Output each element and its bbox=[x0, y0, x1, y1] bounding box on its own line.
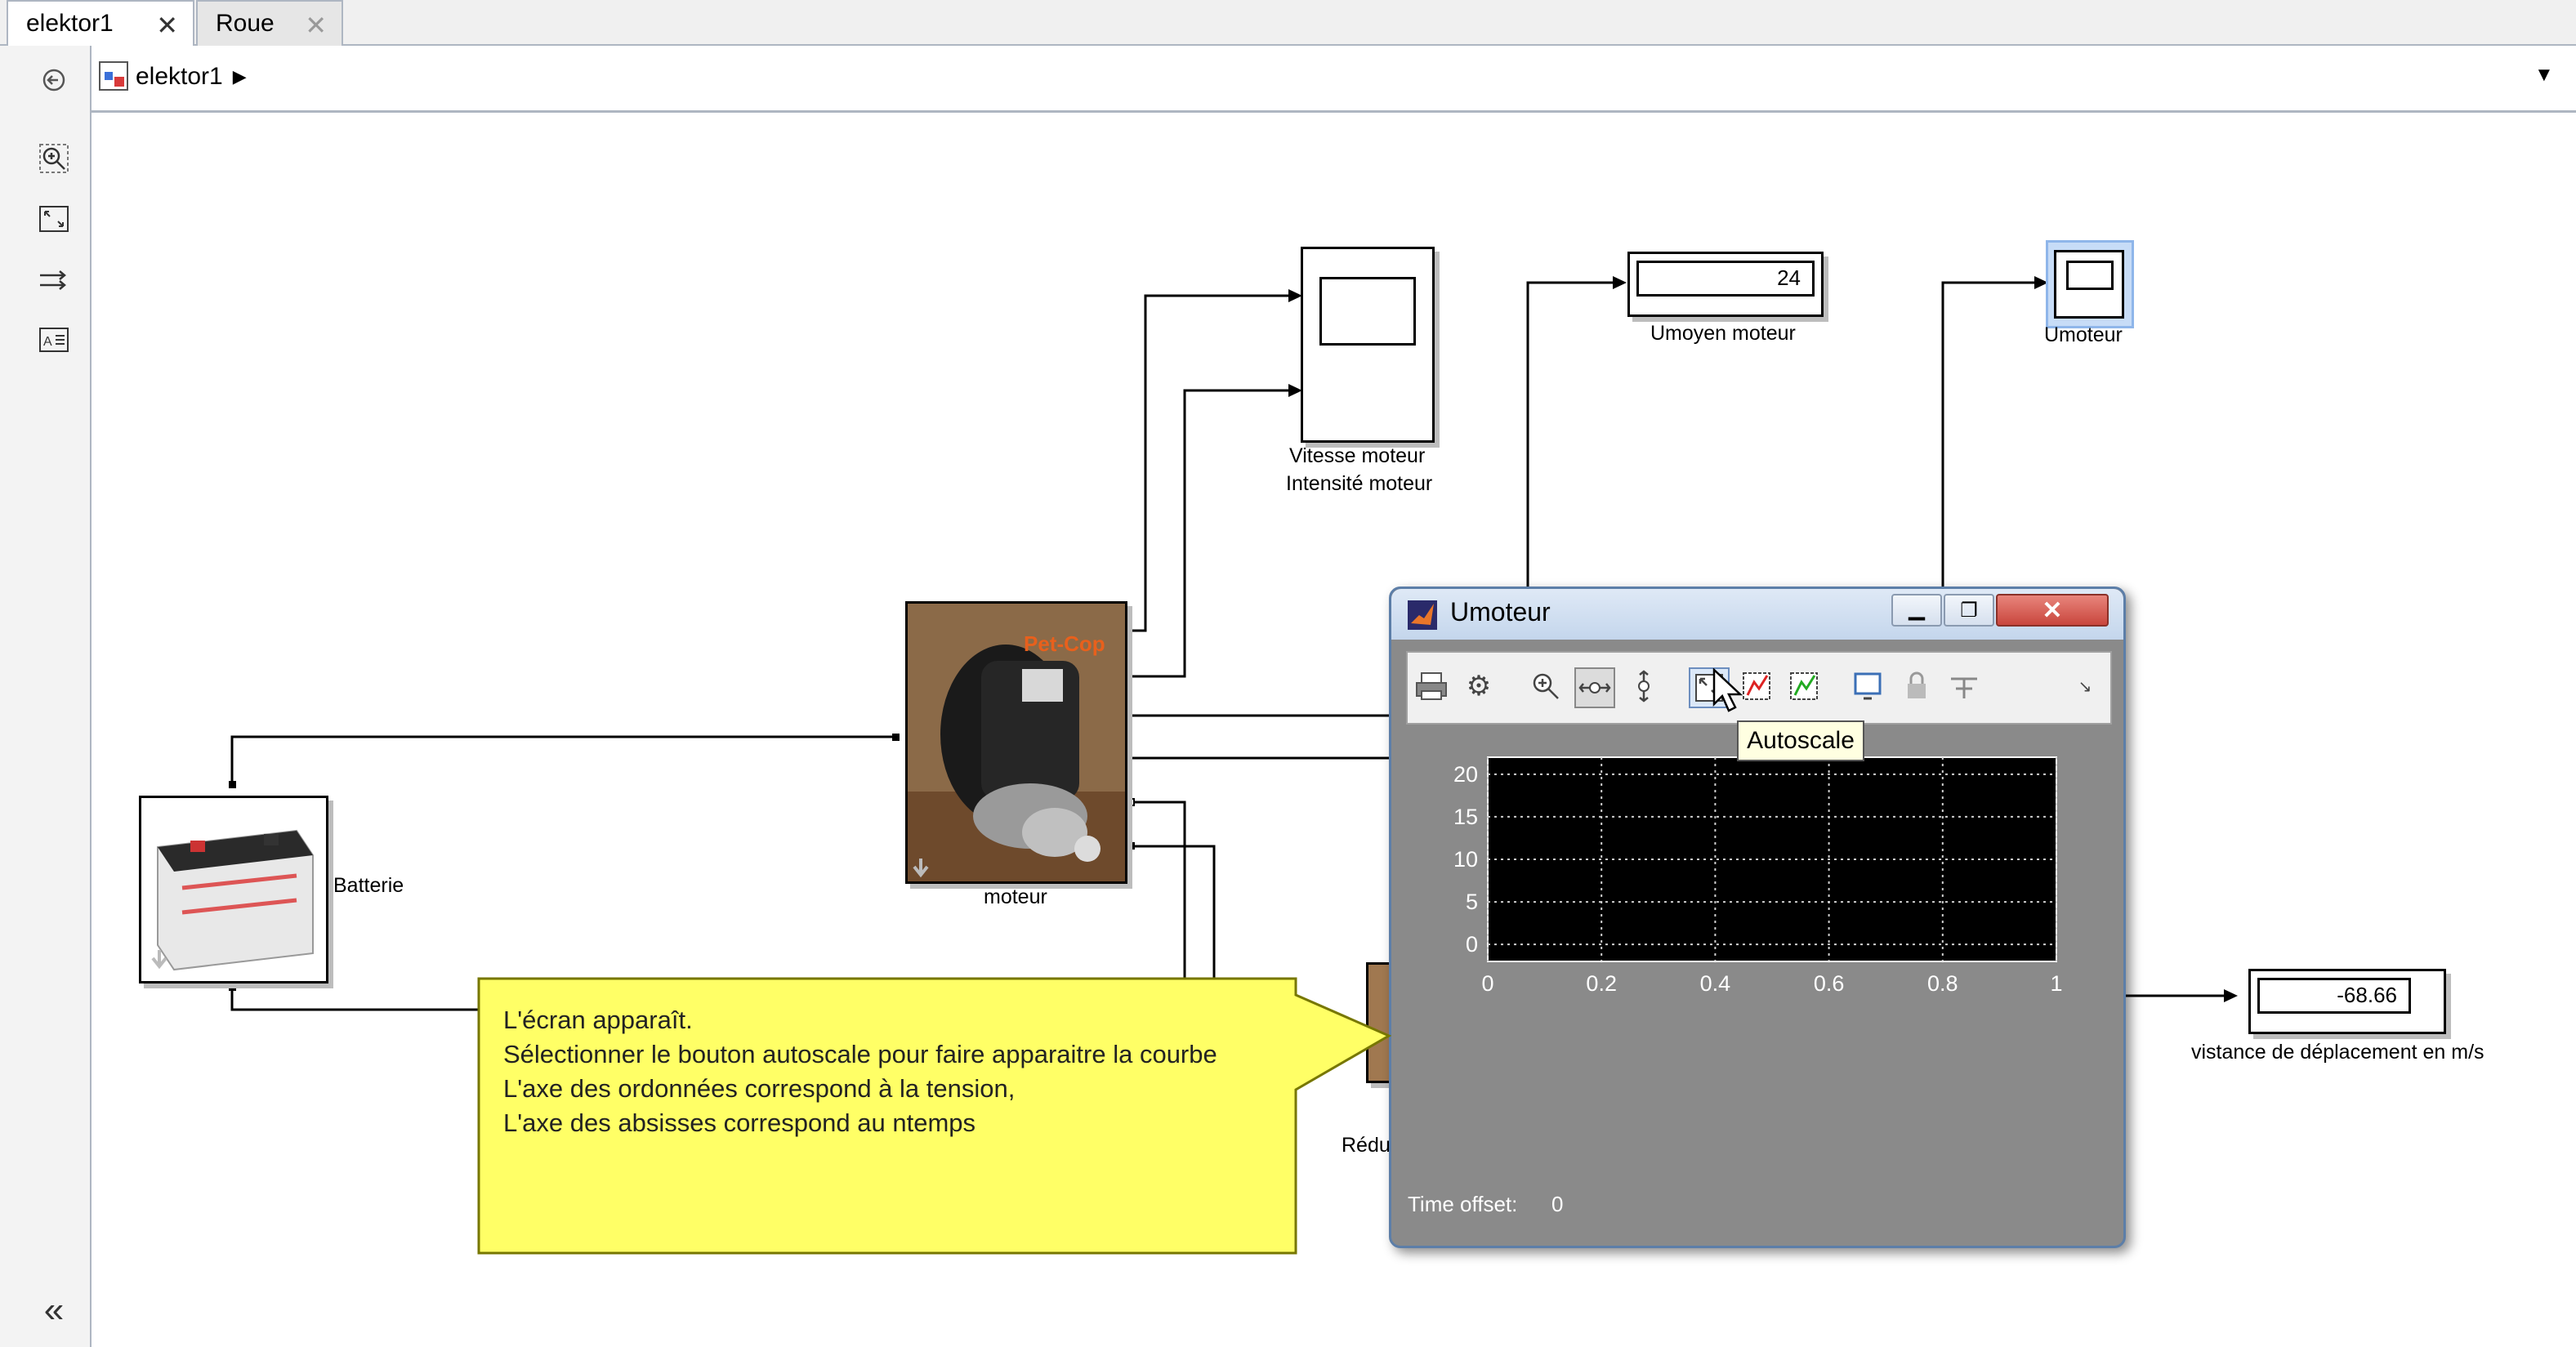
mouse-cursor-icon bbox=[1712, 668, 1743, 712]
toolbar-overflow-icon[interactable]: ↘ bbox=[2066, 667, 2104, 705]
x-tick-label: 0.4 bbox=[1700, 971, 1731, 996]
close-icon[interactable]: ✕ bbox=[156, 10, 178, 41]
scope-screen bbox=[1319, 277, 1416, 346]
motor-image-text: Pet-Cop bbox=[1024, 631, 1105, 656]
minimize-button[interactable]: ▁ bbox=[1891, 594, 1942, 627]
annotation-icon[interactable]: A bbox=[36, 323, 72, 356]
left-toolbar: A « bbox=[0, 46, 92, 1347]
tab-bar: elektor1 ✕ Roue ✕ bbox=[0, 0, 2576, 46]
battery-image bbox=[151, 829, 314, 971]
close-icon[interactable]: ✕ bbox=[305, 10, 327, 41]
scope-screen bbox=[2066, 261, 2114, 290]
tab-roue[interactable]: Roue ✕ bbox=[196, 0, 343, 46]
y-tick-label: 10 bbox=[1453, 847, 1478, 872]
lock-icon[interactable] bbox=[1898, 667, 1935, 705]
block-label: vistance de déplacement en m/s bbox=[2191, 1041, 2484, 1064]
callout-line: L'écran apparaît. bbox=[503, 1006, 693, 1034]
block-label: Batterie bbox=[333, 874, 404, 897]
zoom-y-icon[interactable] bbox=[1625, 667, 1663, 705]
maximize-button[interactable]: ❐ bbox=[1944, 594, 1994, 627]
display-value: 24 bbox=[1636, 261, 1815, 297]
callout-line: L'axe des ordonnées correspond à la tens… bbox=[503, 1074, 1016, 1103]
tutorial-callout: L'écran apparaît. Sélectionner le bouton… bbox=[474, 974, 1392, 1258]
window-titlebar[interactable]: Umoteur ▁ ❐ ✕ bbox=[1391, 589, 2123, 640]
x-tick-label: 0.6 bbox=[1814, 971, 1845, 996]
block-label: moteur bbox=[984, 885, 1047, 908]
moteur-block[interactable]: Pet-Cop bbox=[905, 601, 1127, 884]
display-block-vitesse[interactable]: -68.66 bbox=[2248, 969, 2446, 1034]
tab-elektor1[interactable]: elektor1 ✕ bbox=[7, 0, 194, 46]
address-bar: elektor1 ▶ ▼ bbox=[92, 46, 2576, 113]
breadcrumb-label: elektor1 bbox=[136, 63, 223, 90]
block-label: Vitesse moteur bbox=[1289, 444, 1426, 467]
callout-line: L'axe des absisses correspond au ntemps bbox=[503, 1108, 976, 1137]
block-label: Umoteur bbox=[2044, 323, 2123, 346]
floating-scope-icon[interactable] bbox=[1849, 667, 1886, 705]
fit-to-view-icon[interactable] bbox=[36, 203, 72, 235]
arrows-icon[interactable] bbox=[36, 263, 72, 296]
zoom-x-icon[interactable] bbox=[1574, 667, 1615, 708]
scope-block-vitesse[interactable] bbox=[1301, 247, 1435, 443]
gear-icon[interactable]: ⚙ bbox=[1460, 667, 1498, 705]
collapse-icon[interactable]: « bbox=[36, 1290, 72, 1330]
block-label: Umoyen moteur bbox=[1650, 322, 1796, 345]
x-tick-label: 0 bbox=[1481, 971, 1493, 996]
breadcrumb[interactable]: elektor1 ▶ bbox=[136, 59, 247, 95]
display-value: -68.66 bbox=[2257, 978, 2411, 1014]
x-tick-label: 0.2 bbox=[1586, 971, 1617, 996]
x-tick-label: 0.8 bbox=[1927, 971, 1958, 996]
batterie-block[interactable] bbox=[139, 796, 328, 983]
callout-text: L'écran apparaît. Sélectionner le bouton… bbox=[503, 1003, 1271, 1140]
zoom-in-icon[interactable] bbox=[1527, 667, 1565, 705]
tab-label: elektor1 bbox=[26, 10, 114, 37]
restore-axes-icon[interactable] bbox=[1785, 667, 1823, 705]
close-button[interactable]: ✕ bbox=[1996, 594, 2109, 627]
zoom-in-icon[interactable] bbox=[36, 142, 72, 175]
print-icon[interactable] bbox=[1413, 667, 1450, 705]
scope-toolbar: ⚙ ↘ bbox=[1406, 651, 2112, 725]
y-tick-label: 15 bbox=[1453, 805, 1478, 829]
chevron-right-icon[interactable]: ▶ bbox=[233, 66, 247, 87]
callout-line: Sélectionner le bouton autoscale pour fa… bbox=[503, 1040, 1217, 1068]
x-tick-label: 1 bbox=[2050, 971, 2062, 996]
window-title: Umoteur bbox=[1450, 597, 1551, 627]
display-block-umoyen[interactable]: 24 bbox=[1627, 252, 1824, 317]
svg-text:A: A bbox=[43, 335, 52, 349]
time-offset-label: Time offset: bbox=[1408, 1192, 1518, 1216]
hide-explorer-icon[interactable] bbox=[36, 64, 72, 96]
y-tick-label: 0 bbox=[1466, 932, 1478, 957]
model-icon bbox=[98, 60, 131, 93]
y-tick-label: 20 bbox=[1453, 762, 1478, 787]
signal-selection-icon[interactable] bbox=[1945, 667, 1983, 705]
tab-label: Roue bbox=[216, 10, 275, 37]
scope-block-umoteur[interactable] bbox=[2054, 250, 2124, 319]
scope-plot: 0 0.2 0.4 0.6 0.8 105101520 bbox=[1453, 756, 2063, 996]
chevron-down-icon[interactable]: ▼ bbox=[2534, 64, 2564, 93]
scope-window[interactable]: Umoteur ▁ ❐ ✕ ⚙ ↘ 0 0.2 0.4 0.6 0.8 1 0 … bbox=[1389, 587, 2126, 1248]
time-offset-value: 0 bbox=[1551, 1192, 1564, 1216]
block-label: Intensité moteur bbox=[1286, 472, 1433, 495]
y-tick-label: 5 bbox=[1466, 890, 1478, 914]
tooltip: Autoscale bbox=[1737, 720, 1864, 761]
matlab-logo-icon bbox=[1408, 600, 1437, 630]
